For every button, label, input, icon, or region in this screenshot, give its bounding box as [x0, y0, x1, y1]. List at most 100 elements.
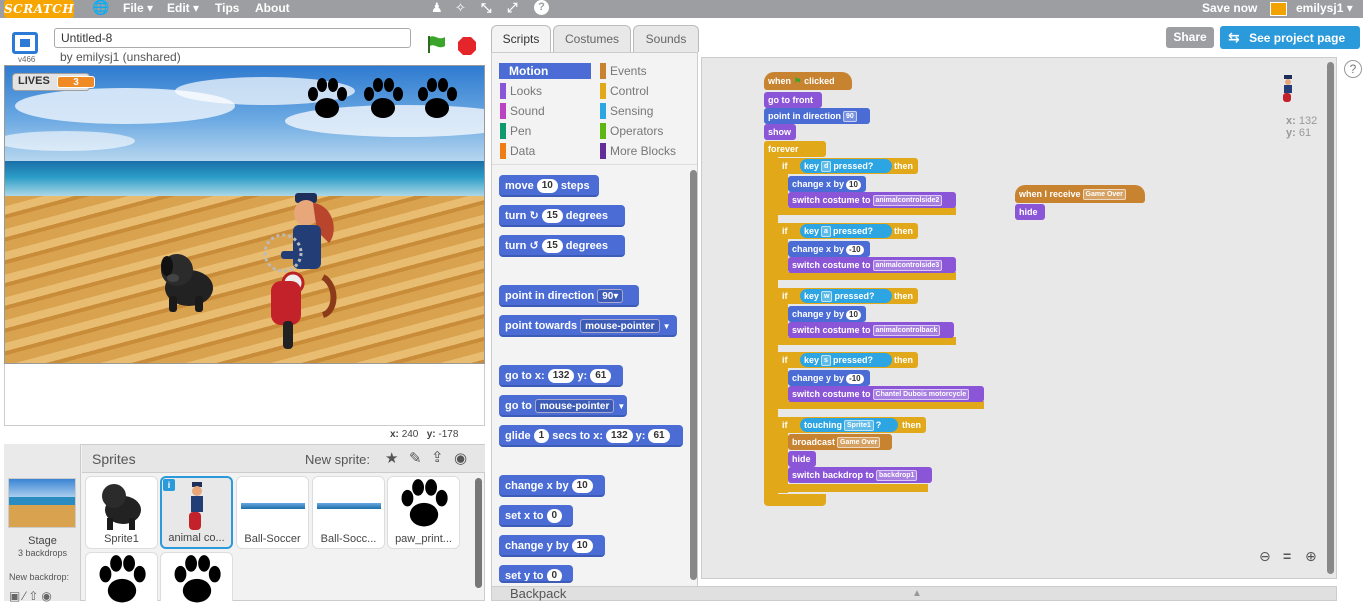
zoom-in-icon[interactable]: ⊕ — [1305, 548, 1317, 565]
block-set-y[interactable]: set y to 0 — [499, 565, 573, 583]
green-flag-button[interactable] — [426, 34, 448, 54]
block-move-steps[interactable]: move 10 steps — [499, 175, 599, 197]
block-turn-ccw[interactable]: turn ↺ 15 degrees — [499, 235, 625, 257]
grow-icon[interactable]: ⤡ — [481, 0, 491, 16]
script-when-flag-clicked[interactable]: when ⚑ clicked — [764, 72, 852, 90]
paint-sprite-icon[interactable]: ✎ — [409, 449, 422, 467]
menu-about[interactable]: About — [255, 1, 290, 15]
cut-icon[interactable]: ✧ — [455, 0, 466, 16]
category-motion[interactable]: Motion — [499, 63, 591, 79]
category-data[interactable]: Data — [500, 143, 535, 159]
block-glide[interactable]: glide 1 secs to x: 132 y: 61 — [499, 425, 683, 447]
info-icon[interactable]: i — [163, 479, 175, 491]
category-looks[interactable]: Looks — [500, 83, 542, 99]
globe-icon[interactable]: 🌐 — [92, 0, 109, 16]
sensing-touching[interactable]: touching Sprite1? — [800, 418, 898, 432]
script-change-x[interactable]: change x by 10 — [788, 176, 866, 192]
script-hide[interactable]: hide — [788, 451, 816, 467]
menu-file[interactable]: File ▾ — [123, 1, 153, 15]
category-sensing[interactable]: Sensing — [600, 103, 653, 119]
script-broadcast[interactable]: broadcast Game Over — [788, 434, 892, 450]
fullscreen-button[interactable] — [12, 32, 38, 54]
tab-scripts[interactable]: Scripts — [491, 25, 551, 52]
upload-sprite-icon[interactable]: ⇪ — [431, 448, 444, 466]
script-point-in-direction[interactable]: point in direction 90 — [764, 108, 870, 124]
animal-control-sprite[interactable] — [253, 191, 353, 351]
shrink-icon[interactable]: ⤢ — [507, 0, 517, 16]
sensing-key-pressed[interactable]: key s pressed? — [800, 353, 892, 367]
script-forever[interactable]: forever — [764, 141, 826, 157]
backpack-expand-icon[interactable]: ▲ — [912, 587, 922, 601]
see-project-page-button[interactable]: ⇆ See project page — [1220, 26, 1360, 49]
script-when-i-receive[interactable]: when I receive Game Over — [1015, 185, 1145, 203]
tab-sounds[interactable]: Sounds — [633, 25, 699, 52]
sprite-thumb-paw-print[interactable]: paw_print... — [387, 476, 460, 549]
user-avatar[interactable] — [1270, 2, 1287, 16]
sprite-library-icon[interactable]: ★ — [385, 449, 398, 467]
paw-print-icon[interactable] — [415, 78, 459, 120]
category-sound[interactable]: Sound — [500, 103, 545, 119]
script-if-key-a[interactable]: if key a pressed? then — [778, 223, 918, 239]
block-change-x[interactable]: change x by 10 — [499, 475, 605, 497]
help-side-icon[interactable]: ? — [1344, 60, 1362, 78]
sprite-thumb-ball-soccer[interactable]: Ball-Soccer — [236, 476, 309, 549]
sensing-key-pressed[interactable]: key a pressed? — [800, 224, 892, 238]
duplicate-icon[interactable]: ♟ — [431, 0, 443, 16]
block-point-towards[interactable]: point towards mouse-pointer ▼ — [499, 315, 677, 337]
menu-tips[interactable]: Tips — [215, 1, 239, 15]
paw-print-icon[interactable] — [361, 78, 405, 120]
script-go-to-front[interactable]: go to front — [764, 92, 822, 108]
script-if-key-s[interactable]: if key s pressed? then — [778, 352, 918, 368]
sprites-scrollbar[interactable] — [475, 478, 482, 588]
category-operators[interactable]: Operators — [600, 123, 663, 139]
stage-canvas[interactable]: LIVES 3 — [4, 65, 485, 364]
script-if-key-w[interactable]: if key w pressed? then — [778, 288, 918, 304]
palette-scrollbar[interactable] — [690, 170, 697, 580]
sensing-key-pressed[interactable]: key w pressed? — [800, 289, 892, 303]
script-switch-costume[interactable]: switch costume to animalcontrolback — [788, 322, 954, 338]
project-title-input[interactable] — [54, 28, 411, 48]
script-switch-costume[interactable]: switch costume to Chantel Dubois motorcyc… — [788, 386, 984, 402]
block-turn-cw[interactable]: turn ↻ 15 degrees — [499, 205, 625, 227]
sprite-thumb-paw-print-3[interactable] — [160, 552, 233, 603]
zoom-out-icon[interactable]: ⊖ — [1259, 548, 1271, 565]
scratch-logo[interactable]: SCRATCH — [4, 0, 74, 18]
category-more-blocks[interactable]: More Blocks — [600, 143, 676, 159]
script-hide-2[interactable]: hide — [1015, 204, 1045, 220]
sprite-thumb-ball-soccer2[interactable]: Ball-Socc... — [312, 476, 385, 549]
script-area-scrollbar[interactable] — [1327, 62, 1334, 574]
share-button[interactable]: Share — [1166, 27, 1214, 48]
username-menu[interactable]: emilysj1 ▾ — [1296, 1, 1353, 15]
block-point-in-direction[interactable]: point in direction 90▾ — [499, 285, 639, 307]
script-switch-costume[interactable]: switch costume to animalcontrolside3 — [788, 257, 956, 273]
script-show[interactable]: show — [764, 124, 796, 140]
script-if-touching[interactable]: if touching Sprite1? then — [778, 417, 926, 433]
dog-sprite[interactable] — [155, 248, 219, 316]
script-switch-backdrop[interactable]: switch backdrop to backdrop1 — [788, 467, 932, 483]
block-set-x[interactable]: set x to 0 — [499, 505, 573, 527]
category-control[interactable]: Control — [600, 83, 649, 99]
sprite-thumb-animal-control[interactable]: i animal co... — [160, 476, 233, 549]
script-change-x[interactable]: change x by -10 — [788, 241, 870, 257]
lives-monitor[interactable]: LIVES 3 — [12, 73, 95, 91]
block-go-to[interactable]: go to mouse-pointer ▼ — [499, 395, 627, 417]
block-go-to-xy[interactable]: go to x: 132 y: 61 — [499, 365, 623, 387]
category-events[interactable]: Events — [600, 63, 647, 79]
help-icon[interactable]: ? — [534, 0, 549, 15]
stop-button[interactable] — [457, 36, 477, 56]
backpack-bar[interactable]: Backpack ▲ — [491, 586, 1337, 601]
sensing-key-pressed[interactable]: key d pressed? — [800, 159, 892, 173]
sprite-thumb-sprite1[interactable]: Sprite1 — [85, 476, 158, 549]
stage-thumbnail[interactable] — [8, 478, 76, 528]
category-pen[interactable]: Pen — [500, 123, 531, 139]
zoom-reset-icon[interactable]: = — [1283, 548, 1291, 564]
menu-edit[interactable]: Edit ▾ — [167, 1, 199, 15]
block-change-y[interactable]: change y by 10 — [499, 535, 605, 557]
paw-print-icon[interactable] — [305, 78, 349, 120]
save-now-link[interactable]: Save now — [1202, 1, 1257, 15]
script-change-y[interactable]: change y by -10 — [788, 370, 870, 386]
sprite-thumb-paw-print-2[interactable] — [85, 552, 158, 603]
script-switch-costume[interactable]: switch costume to animalcontrolside2 — [788, 192, 956, 208]
camera-sprite-icon[interactable]: ◉ — [454, 449, 467, 467]
script-if-key-d[interactable]: if key d pressed? then — [778, 158, 918, 174]
